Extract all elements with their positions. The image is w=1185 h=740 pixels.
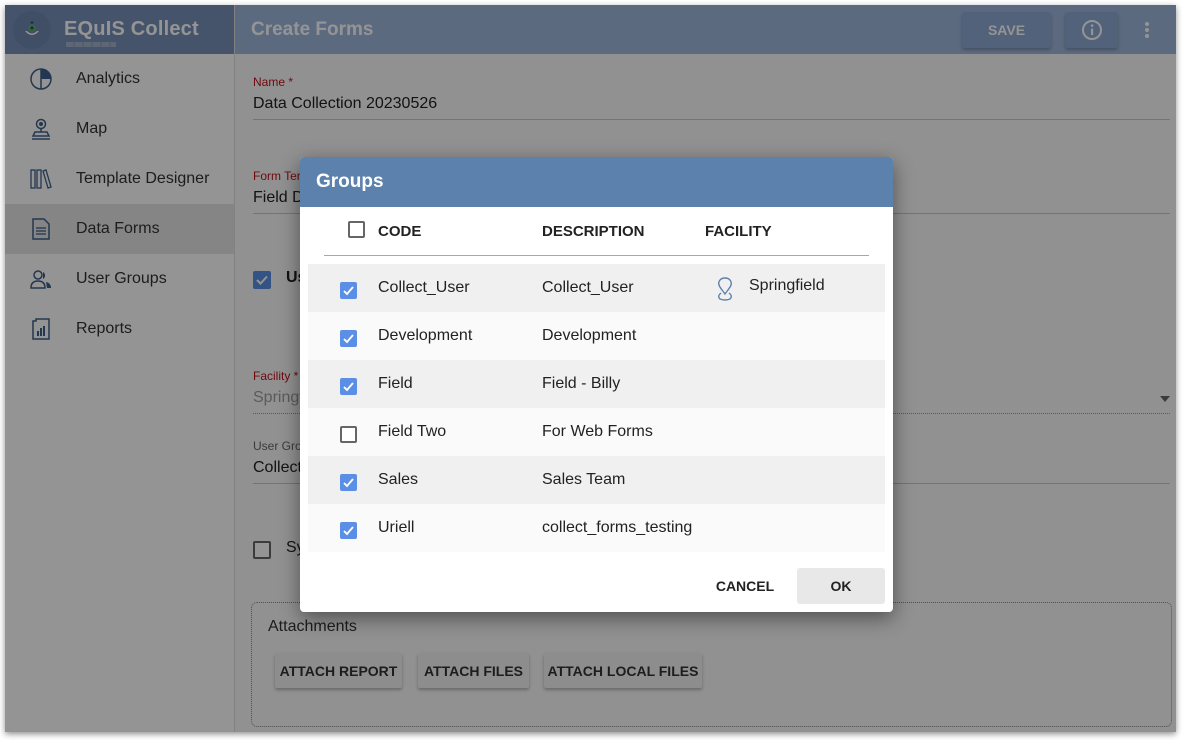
table-row[interactable]: Uriell collect_forms_testing [308,504,885,552]
cell-code: Development [378,327,473,344]
check-icon [343,286,354,296]
location-pin-icon [715,276,735,307]
dialog-actions: CANCEL OK [701,568,885,604]
cell-code: Sales [378,471,419,488]
cell-description: Development [542,327,637,344]
dialog-title: Groups [300,157,893,207]
check-icon [343,334,354,344]
table-row[interactable]: Field Field - Billy [308,360,885,408]
table-row[interactable]: Collect_User Collect_User Springfield [308,264,885,312]
check-icon [343,526,354,536]
row-checkbox[interactable] [340,282,357,299]
check-icon [343,382,354,392]
cell-description: For Web Forms [542,423,653,440]
cell-description: collect_forms_testing [542,519,693,536]
table-row[interactable]: Field Two For Web Forms [308,408,885,456]
ok-button[interactable]: OK [797,568,885,604]
row-checkbox[interactable] [340,522,357,539]
cell-description: Sales Team [542,471,626,488]
table-row[interactable]: Sales Sales Team [308,456,885,504]
column-header-code[interactable]: CODE [378,223,421,240]
groups-table: CODE DESCRIPTION FACILITY Collect_User Co… [308,207,885,552]
cell-code: Field [378,375,413,392]
cell-code: Field Two [378,423,447,440]
check-icon [343,478,354,488]
row-checkbox[interactable] [340,378,357,395]
cell-description: Field - Billy [542,375,621,392]
cell-description: Collect_User [542,279,634,296]
column-header-description[interactable]: DESCRIPTION [542,223,645,240]
groups-dialog: Groups CODE DESCRIPTION FACILITY Collect… [300,157,893,612]
row-checkbox[interactable] [340,474,357,491]
column-header-facility[interactable]: FACILITY [705,223,772,240]
cancel-button[interactable]: CANCEL [701,568,789,604]
cell-code: Collect_User [378,279,470,296]
cell-code: Uriell [378,519,415,536]
table-header: CODE DESCRIPTION FACILITY [324,207,869,256]
row-checkbox[interactable] [340,330,357,347]
app-window: EQuIS Collect Analytics Map Template Des… [5,5,1176,732]
select-all-checkbox[interactable] [348,221,365,238]
row-checkbox[interactable] [340,426,357,443]
table-row[interactable]: Development Development [308,312,885,360]
cell-facility: Springfield [749,277,825,294]
